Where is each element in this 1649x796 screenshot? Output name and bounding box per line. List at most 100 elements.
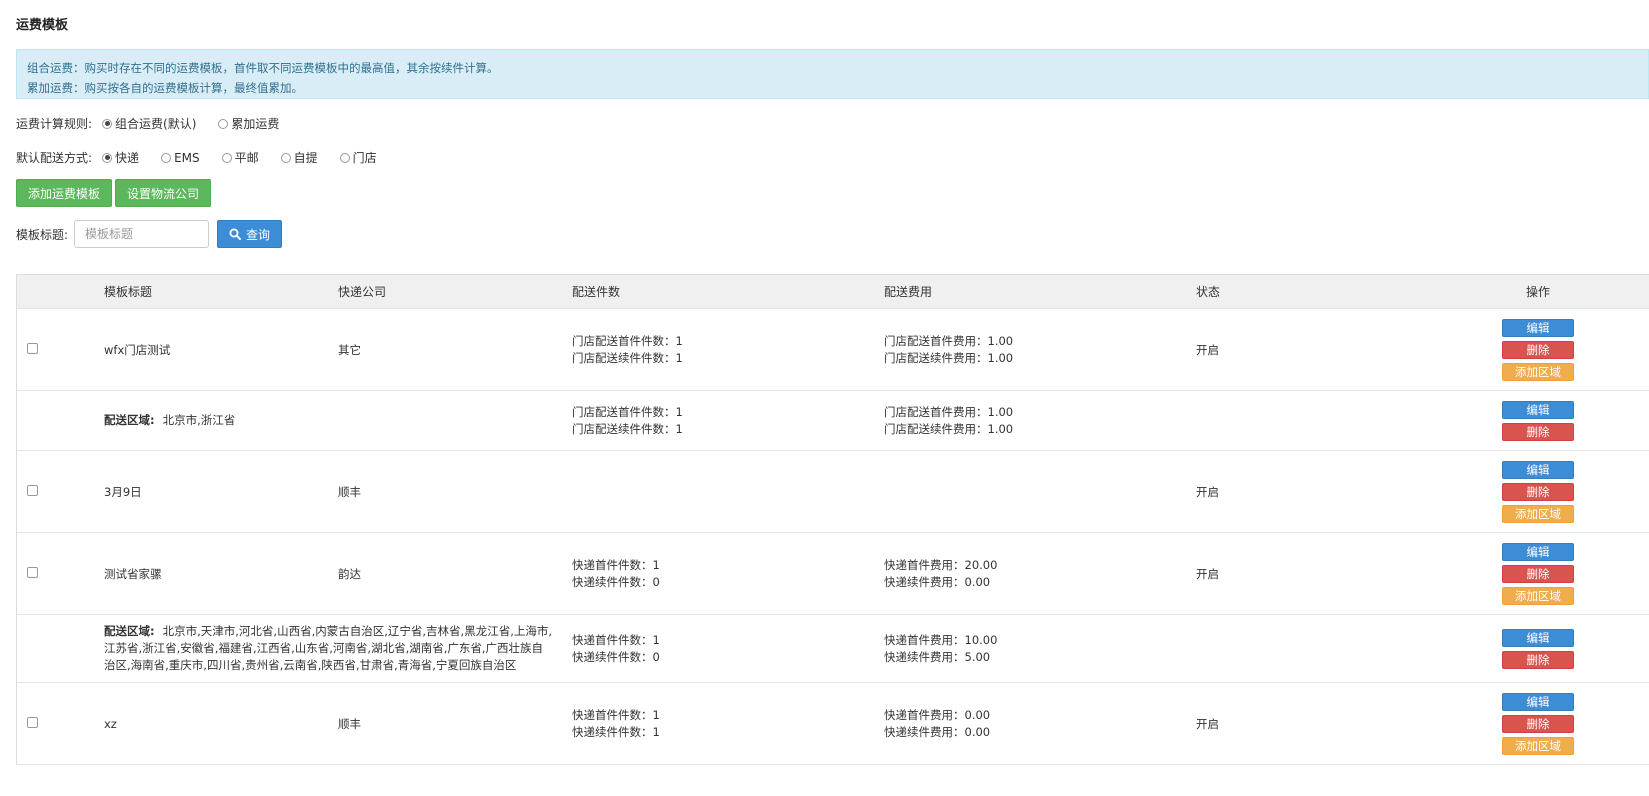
radio-checked-icon[interactable]	[102, 152, 113, 163]
delete-button[interactable]: 删除	[1502, 482, 1574, 501]
row-ops: 编辑 删除	[1426, 628, 1649, 669]
notice-line-combined: 组合运费：购买时存在不同的运费模板，首件取不同运费模板中的最高值，其余按续件计算…	[27, 61, 499, 75]
calc-rule-label: 运费计算规则:	[16, 117, 93, 131]
area-cell: 配送区域: 北京市,浙江省	[104, 412, 572, 429]
radio-label: 自提	[293, 151, 318, 165]
search-input[interactable]	[74, 220, 210, 248]
area-row: 配送区域: 北京市,浙江省 门店配送首件件数：1 门店配送续件件数：1 门店配送首…	[17, 391, 1649, 451]
row-fee: 快递首件费用：20.00 快递续件费用：0.00	[884, 557, 998, 589]
delete-button[interactable]: 删除	[1502, 422, 1574, 441]
add-template-button[interactable]: 添加运费模板	[16, 179, 113, 207]
table-row: xz 顺丰 快递首件件数：1 快递续件件数：1 快递首件费用：0.00 快递续件…	[17, 683, 1649, 765]
edit-button[interactable]: 编辑	[1502, 542, 1574, 561]
row-fee: 快递首件费用：0.00 快递续件费用：0.00	[884, 707, 991, 739]
row-company: 其它	[338, 342, 361, 357]
template-table: 模板标题 快递公司 配送件数 配送费用 状态 操作 wfx门店测试 其它 门店配…	[16, 274, 1649, 765]
row-fee: 门店配送首件费用：1.00 门店配送续件费用：1.00	[884, 404, 1014, 436]
header-ops: 操作	[1525, 285, 1550, 299]
area-text: 北京市,天津市,河北省,山西省,内蒙古自治区,辽宁省,吉林省,黑龙江省,上海市,…	[104, 624, 553, 672]
radio-icon[interactable]	[221, 152, 232, 163]
delete-button[interactable]: 删除	[1502, 564, 1574, 583]
header-status: 状态	[1196, 285, 1221, 299]
delivery-row: 默认配送方式: 快递 EMS 平邮 自提 门店	[16, 149, 399, 166]
row-company: 韵达	[338, 566, 361, 581]
header-title: 模板标题	[104, 285, 153, 299]
row-ops: 编辑 删除 添加区域	[1426, 542, 1649, 605]
delivery-store-radio[interactable]: 门店	[339, 149, 377, 166]
area-cell: 配送区域: 北京市,天津市,河北省,山西省,内蒙古自治区,辽宁省,吉林省,黑龙江省…	[104, 623, 572, 674]
row-status: 开启	[1196, 566, 1219, 581]
radio-label: 快递	[115, 151, 140, 165]
delete-button[interactable]: 删除	[1502, 650, 1574, 669]
row-count: 门店配送首件件数：1 门店配送续件件数：1	[572, 333, 683, 365]
search-label: 模板标题:	[16, 227, 69, 242]
radio-icon[interactable]	[161, 152, 172, 163]
area-label: 配送区域:	[104, 624, 155, 638]
delivery-pickup-radio[interactable]: 自提	[280, 149, 318, 166]
edit-button[interactable]: 编辑	[1502, 628, 1574, 647]
row-ops: 编辑 删除	[1426, 400, 1649, 441]
delivery-label: 默认配送方式:	[16, 151, 93, 165]
delivery-ems-radio[interactable]: EMS	[161, 151, 200, 165]
action-buttons: 添加运费模板 设置物流公司	[16, 179, 214, 207]
table-row: wfx门店测试 其它 门店配送首件件数：1 门店配送续件件数：1 门店配送首件费…	[17, 309, 1649, 391]
search-icon	[229, 228, 242, 240]
delivery-surface-mail-radio[interactable]: 平邮	[221, 149, 259, 166]
delete-button[interactable]: 删除	[1502, 340, 1574, 359]
radio-checked-icon[interactable]	[102, 118, 113, 129]
calc-rule-cumulative-radio[interactable]: 累加运费	[218, 115, 279, 132]
table-row: 3月9日 顺丰 开启 编辑 删除 添加区域	[17, 451, 1649, 533]
header-company: 快递公司	[338, 285, 387, 299]
area-text: 北京市,浙江省	[162, 413, 236, 427]
radio-label: EMS	[174, 150, 200, 165]
header-count: 配送件数	[572, 285, 621, 299]
edit-button[interactable]: 编辑	[1502, 400, 1574, 419]
row-checkbox[interactable]	[27, 342, 38, 354]
row-ops: 编辑 删除 添加区域	[1426, 318, 1649, 381]
page-title: 运费模板	[16, 18, 69, 33]
calc-rule-row: 运费计算规则: 组合运费(默认) 累加运费	[16, 115, 301, 132]
notice-line-cumulative: 累加运费：购买按各自的运费模板计算，最终值累加。	[27, 81, 303, 95]
row-count: 快递首件件数：1 快递续件件数：0	[572, 632, 660, 664]
row-checkbox[interactable]	[27, 566, 38, 578]
row-count: 快递首件件数：1 快递续件件数：0	[572, 557, 660, 589]
row-ops: 编辑 删除 添加区域	[1426, 460, 1649, 523]
notice-box: 组合运费：购买时存在不同的运费模板，首件取不同运费模板中的最高值，其余按续件计算…	[16, 49, 1649, 99]
delete-button[interactable]: 删除	[1502, 714, 1574, 733]
calc-rule-combined-radio[interactable]: 组合运费(默认)	[102, 115, 196, 132]
row-fee: 门店配送首件费用：1.00 门店配送续件费用：1.00	[884, 333, 1014, 365]
radio-icon[interactable]	[339, 152, 350, 163]
header-fee: 配送费用	[884, 285, 933, 299]
row-title: xz	[104, 716, 117, 731]
add-area-button[interactable]: 添加区域	[1502, 736, 1574, 755]
add-area-button[interactable]: 添加区域	[1502, 362, 1574, 381]
add-area-button[interactable]: 添加区域	[1502, 504, 1574, 523]
radio-label: 累加运费	[231, 117, 280, 131]
row-fee: 快递首件费用：10.00 快递续件费用：5.00	[884, 632, 998, 664]
radio-label: 组合运费(默认)	[115, 117, 197, 131]
row-title: wfx门店测试	[104, 342, 171, 357]
delivery-express-radio[interactable]: 快递	[102, 149, 139, 166]
edit-button[interactable]: 编辑	[1502, 692, 1574, 711]
edit-button[interactable]: 编辑	[1502, 318, 1574, 337]
area-label: 配送区域:	[104, 413, 155, 427]
radio-icon[interactable]	[218, 118, 229, 129]
search-button-label: 查询	[246, 227, 271, 242]
row-status: 开启	[1196, 484, 1219, 499]
search-button[interactable]: 查询	[217, 220, 283, 248]
row-checkbox[interactable]	[27, 484, 38, 496]
radio-label: 门店	[352, 151, 377, 165]
set-logistics-button[interactable]: 设置物流公司	[115, 179, 212, 207]
area-row: 配送区域: 北京市,天津市,河北省,山西省,内蒙古自治区,辽宁省,吉林省,黑龙江省…	[17, 615, 1649, 683]
edit-button[interactable]: 编辑	[1502, 460, 1574, 479]
row-checkbox[interactable]	[27, 716, 38, 728]
add-area-button[interactable]: 添加区域	[1502, 586, 1574, 605]
table-row: 测试省家骡 韵达 快递首件件数：1 快递续件件数：0 快递首件费用：20.00 …	[17, 533, 1649, 615]
row-title: 测试省家骡	[104, 566, 162, 581]
radio-icon[interactable]	[280, 152, 291, 163]
search-row: 模板标题: 查询	[16, 220, 283, 248]
table-header: 模板标题 快递公司 配送件数 配送费用 状态 操作	[17, 275, 1649, 309]
row-ops: 编辑 删除 添加区域	[1426, 692, 1649, 755]
row-status: 开启	[1196, 716, 1219, 731]
row-title: 3月9日	[104, 484, 142, 499]
